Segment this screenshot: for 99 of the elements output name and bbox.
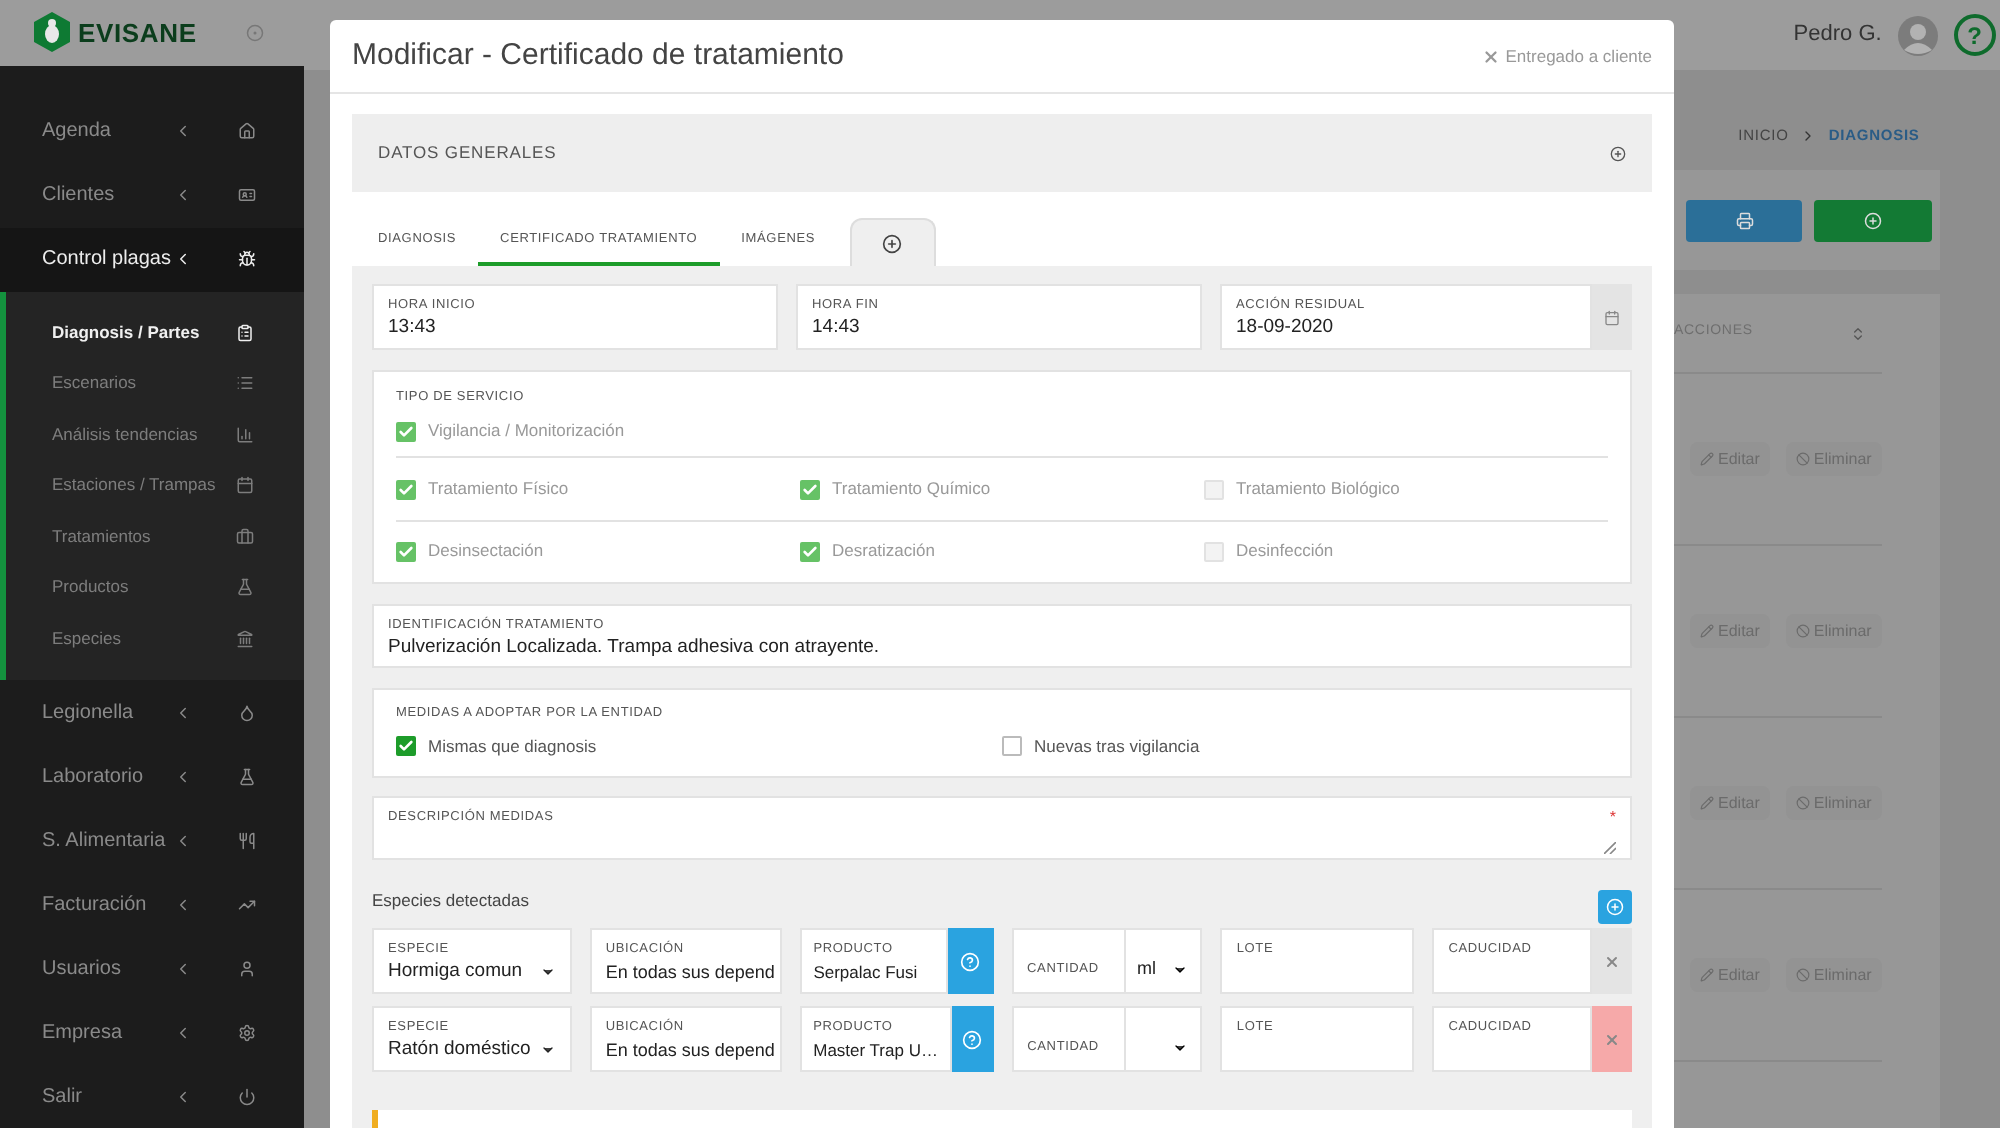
checkbox-label: Tratamiento Biológico — [1236, 476, 1400, 502]
print-button[interactable] — [1686, 199, 1802, 241]
caret-icon — [1172, 1040, 1189, 1056]
edit-icon — [1700, 624, 1714, 638]
section-header[interactable]: DATOS GENERALES — [352, 114, 1652, 192]
expand-icon[interactable] — [1610, 145, 1626, 161]
submenu-item[interactable]: Especies — [6, 613, 304, 664]
flask-icon — [238, 767, 256, 785]
sidebar-item[interactable]: Agenda — [0, 99, 304, 163]
bug-icon — [238, 250, 256, 268]
edit-icon — [1700, 452, 1714, 466]
sidebar-item[interactable]: Empresa — [0, 1000, 304, 1064]
plus-icon — [882, 233, 903, 253]
resize-grip-icon[interactable] — [1604, 842, 1616, 854]
caret-icon — [539, 964, 556, 980]
edit-icon — [1700, 968, 1714, 982]
sidebar-item[interactable]: Control plagas — [0, 227, 304, 291]
sidebar-item[interactable]: Usuarios — [0, 936, 304, 1000]
checkbox-label: Tratamiento Químico — [832, 476, 991, 502]
checkbox-label: Desratización — [832, 538, 935, 565]
checkbox-label: Desinfección — [1236, 538, 1334, 565]
submenu-item[interactable]: Tratamientos — [6, 511, 304, 562]
sidebar-item[interactable]: S. Alimentaria — [0, 808, 304, 872]
checkbox-label: Mismas que diagnosis — [428, 734, 597, 760]
chevron-icon — [174, 831, 192, 849]
unit-select[interactable]: ml — [1125, 928, 1203, 994]
submenu-item[interactable]: Escenarios — [6, 358, 304, 409]
plus-icon — [1606, 898, 1624, 916]
calendar-button[interactable] — [1592, 284, 1632, 350]
brand-name: EVISANE — [78, 15, 197, 51]
id-card-icon — [238, 186, 256, 204]
bar-chart-icon — [236, 425, 254, 444]
chevron-icon — [174, 703, 192, 721]
chevron-icon — [174, 895, 192, 913]
required-mark: * — [1609, 808, 1616, 826]
chevron-icon — [174, 250, 192, 268]
checkbox-label: Nuevas tras vigilancia — [1034, 734, 1200, 760]
close-icon — [1604, 1031, 1620, 1047]
checkbox[interactable] — [396, 736, 416, 757]
chevron-icon — [174, 122, 192, 140]
user-name[interactable]: Pedro G. — [1793, 18, 1882, 52]
checkbox-label: Tratamiento Físico — [428, 476, 569, 502]
plus-icon — [1864, 211, 1882, 229]
building-icon — [236, 629, 254, 648]
close-icon — [1604, 953, 1620, 969]
sidebar-item[interactable]: Legionella — [0, 680, 304, 744]
chart-line-icon — [238, 895, 256, 913]
edit-icon — [1700, 796, 1714, 810]
clipboard-icon — [236, 323, 254, 342]
ban-icon — [1795, 624, 1810, 638]
user-icon — [238, 959, 256, 977]
calendar-icon — [236, 476, 254, 495]
ban-icon — [1795, 452, 1810, 466]
help-icon — [962, 1029, 983, 1049]
sidebar-item[interactable]: Laboratorio — [0, 744, 304, 808]
flask-icon — [236, 578, 254, 597]
logo-icon — [34, 12, 70, 53]
sort-icon[interactable] — [1849, 325, 1866, 341]
chevron-icon — [174, 767, 192, 785]
sidebar-item[interactable]: Salir — [0, 1064, 304, 1128]
section-label: Especies detectadas — [372, 888, 529, 914]
unit-select[interactable] — [1125, 1006, 1203, 1072]
briefcase-icon — [236, 527, 254, 546]
checkbox-label: Vigilancia / Monitorización — [428, 418, 625, 445]
droplet-icon — [238, 703, 256, 721]
help-button[interactable] — [947, 928, 994, 994]
caret-icon — [1172, 962, 1189, 978]
sidebar-item[interactable]: Clientes — [0, 163, 304, 227]
submenu-item[interactable]: Estaciones / Trampas — [6, 460, 304, 511]
chevron-icon — [174, 959, 192, 977]
checkbox-label: Desinsectación — [428, 538, 544, 565]
add-tab-button[interactable] — [849, 218, 936, 266]
calendar-icon — [1604, 309, 1620, 325]
close-icon — [1481, 47, 1500, 65]
power-icon — [238, 1087, 256, 1105]
chevron-icon — [174, 1087, 192, 1105]
submenu-item[interactable]: Productos — [6, 562, 304, 613]
chevron-icon — [174, 1023, 192, 1041]
sidebar-item[interactable]: Facturación — [0, 872, 304, 936]
chevron-icon — [174, 186, 192, 204]
delivered-toggle[interactable]: Entregado a cliente — [1481, 43, 1652, 69]
submenu-item[interactable]: Diagnosis / Partes — [6, 307, 304, 358]
list-icon — [236, 374, 254, 393]
submenu-item[interactable]: Análisis tendencias — [6, 409, 304, 460]
add-button[interactable] — [1814, 199, 1932, 241]
utensils-icon — [238, 831, 256, 849]
ban-icon — [1795, 796, 1810, 810]
checkbox[interactable] — [1002, 736, 1022, 757]
toggle-icon[interactable] — [246, 23, 264, 42]
help-icon — [960, 951, 981, 971]
avatar-icon[interactable] — [1897, 15, 1938, 55]
add-species-button[interactable] — [1598, 890, 1632, 924]
modal-title: Modificar - Certificado de tratamiento — [352, 35, 844, 76]
ban-icon — [1795, 968, 1810, 982]
caret-icon — [539, 1042, 556, 1058]
print-icon — [1735, 211, 1753, 229]
home-icon — [238, 122, 256, 140]
settings-icon — [238, 1023, 256, 1041]
help-button[interactable] — [951, 1006, 994, 1072]
